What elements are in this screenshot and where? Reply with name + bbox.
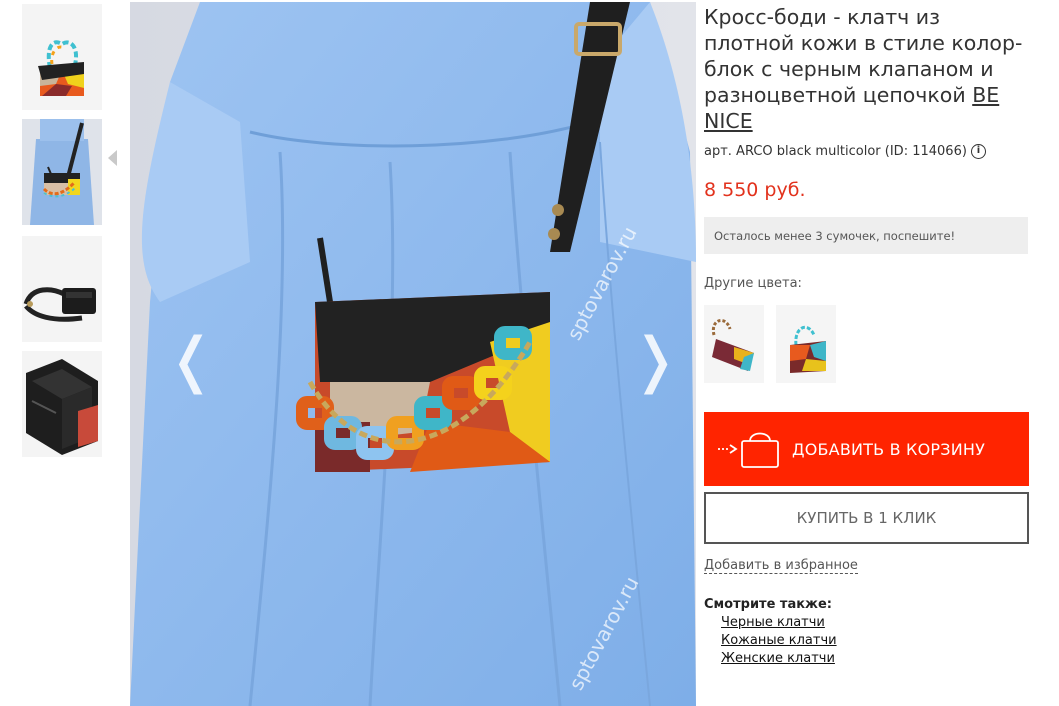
add-to-cart-button[interactable]: ДОБАВИТЬ В КОРЗИНУ xyxy=(704,412,1029,486)
product-title: Кросс-боди - клатч из плотной кожи в сти… xyxy=(704,4,1030,134)
see-also-section: Смотрите также: Черные клатчи Кожаные кл… xyxy=(704,597,837,668)
list-item: Черные клатчи xyxy=(721,614,837,632)
see-also-list: Черные клатчи Кожаные клатчи Женские кла… xyxy=(721,614,837,668)
cart-bag-icon xyxy=(718,432,779,468)
see-also-link-women-clutches[interactable]: Женские клатчи xyxy=(721,651,835,666)
thumbnail-2[interactable] xyxy=(22,119,102,225)
add-to-favorites-link[interactable]: Добавить в избранное xyxy=(704,558,858,574)
see-also-title: Смотрите также: xyxy=(704,597,833,612)
product-price: 8 550 руб. xyxy=(704,179,806,201)
stock-notice: Осталось менее 3 сумочек, поспешите! xyxy=(704,217,1028,254)
thumbnail-4[interactable] xyxy=(22,351,102,457)
color-swatches xyxy=(704,305,1030,383)
product-sku: арт. ARCO black multicolor (ID: 114066) … xyxy=(704,144,1030,159)
add-to-cart-label: ДОБАВИТЬ В КОРЗИНУ xyxy=(792,439,986,459)
gallery-prev-arrow[interactable]: ❬ xyxy=(166,330,216,390)
other-colors-label: Другие цвета: xyxy=(704,276,802,291)
color-swatch-burgundy[interactable] xyxy=(704,305,764,383)
thumbnail-3[interactable] xyxy=(22,236,102,342)
list-item: Женские клатчи xyxy=(721,650,837,668)
see-also-link-black-clutches[interactable]: Черные клатчи xyxy=(721,615,825,630)
thumbnail-1[interactable] xyxy=(22,4,102,110)
list-item: Кожаные клатчи xyxy=(721,632,837,650)
see-also-link-leather-clutches[interactable]: Кожаные клатчи xyxy=(721,633,837,648)
product-info-panel: Кросс-боди - клатч из плотной кожи в сти… xyxy=(704,4,1030,666)
gallery-next-arrow[interactable]: ❭ xyxy=(630,330,680,390)
color-swatch-multicolor[interactable] xyxy=(776,305,836,383)
info-icon[interactable]: i xyxy=(970,144,986,159)
buy-one-click-button[interactable]: КУПИТЬ В 1 КЛИК xyxy=(704,492,1029,544)
active-thumbnail-marker xyxy=(108,150,117,166)
sku-text: арт. ARCO black multicolor (ID: 114066) xyxy=(704,144,967,159)
